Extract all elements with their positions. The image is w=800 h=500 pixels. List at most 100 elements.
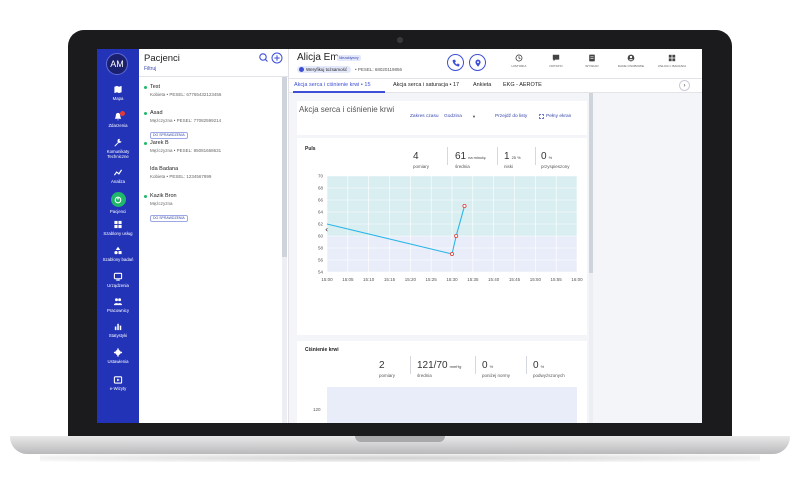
sidebar-item-label: Zdarzenia [108, 123, 128, 128]
bar-chart-icon [114, 323, 122, 331]
caret-down-icon[interactable]: ▼ [472, 114, 476, 119]
patient-name: Kazik Bron [150, 193, 177, 199]
stat-label: średnia [417, 373, 432, 378]
patient-list-item[interactable]: Kazik Bron Mężczyzna DO SPRAWDZENIA [144, 193, 279, 224]
y-tick-label: 70 [318, 174, 324, 179]
time-range-select[interactable]: Godzina [444, 114, 462, 119]
sidebar-item-label: Mapa [112, 96, 124, 101]
sidebar-item-patients[interactable]: Pacjenci [97, 192, 139, 214]
add-patient-icon[interactable] [271, 52, 283, 64]
stat-unit: % [540, 364, 545, 369]
y-tick-label: 64 [318, 210, 324, 215]
avatar[interactable]: AM [106, 53, 128, 75]
sidebar-item-evisits[interactable]: e-Wizyty [97, 375, 139, 391]
pulse-stat-fast: 0% przyspieszony [541, 146, 570, 169]
data-point [449, 252, 454, 257]
tabs-next-button[interactable]: › [679, 80, 690, 91]
patient-icon [114, 196, 122, 203]
filter-link[interactable]: Filtruj [144, 66, 156, 72]
people-icon [113, 298, 123, 306]
grid-icon [114, 220, 122, 229]
sidebar-item-analysis[interactable]: Analiza [97, 168, 139, 184]
tab-heart-rate-pressure[interactable]: Akcja serca i ciśnienie krwi • 15 [294, 82, 371, 88]
y-tick-label: 120 [313, 407, 321, 412]
patient-header: Alicja Em Niezaktywny Weryfikuj tożsamoś… [289, 49, 702, 79]
pressure-card: Ciśnienie krwi 2 pomiary 121/70 mmHg śred… [297, 341, 587, 423]
chart-prev-icon[interactable]: ‹ [325, 225, 328, 234]
sidebar-item-events[interactable]: Zdarzenia [97, 111, 139, 128]
interview-tool[interactable]: WYWIAD [575, 54, 609, 68]
sidebar-item-staff[interactable]: Pracownicy [97, 297, 139, 313]
tab-heart-rate-saturation[interactable]: Akcja serca i saturacja • 17 [393, 82, 459, 88]
x-tick-label: 15:00 [321, 277, 333, 282]
right-pane [593, 93, 702, 423]
verify-identity-button[interactable]: Weryfikuj tożsamość [297, 66, 352, 73]
tool-label: WYWIAD [585, 64, 599, 68]
sidebar-item-label: Ustawienia [107, 359, 129, 364]
gear-icon [113, 348, 123, 357]
x-tick-label: 15:55 [551, 277, 563, 282]
stat-value: 1 [504, 151, 510, 162]
to-check-tag: DO SPRAWDZENIA [150, 132, 188, 139]
online-dot [144, 111, 147, 115]
sidebar-item-label: e-Wizyty [109, 386, 127, 391]
x-tick-label: 15:05 [342, 277, 354, 282]
patient-name: Test [150, 84, 161, 90]
search-icon[interactable] [259, 53, 268, 62]
status-badge: Niezaktywny [337, 55, 361, 61]
notification-badge [120, 111, 125, 116]
location-button[interactable] [469, 54, 486, 71]
go-to-list-link[interactable]: Przejdź do listy [495, 114, 527, 119]
patient-pesel: • PESEL: 68020119856 [355, 67, 403, 72]
full-screen-link[interactable]: Pełny ekran [546, 114, 571, 119]
patients-scrollbar[interactable] [282, 77, 287, 423]
sidebar-item-statistics[interactable]: Statystyki [97, 322, 139, 338]
personal-data-tool[interactable]: DANE OSOBOWE [614, 54, 648, 68]
sidebar-item-technical[interactable]: Komunikaty Techniczne [97, 138, 139, 159]
patient-detail: Alicja Em Niezaktywny Weryfikuj tożsamoś… [289, 49, 702, 423]
notes-tool[interactable]: NOTATKI [539, 54, 573, 68]
stat-value: 4 [413, 151, 419, 162]
laptop-notch [355, 436, 445, 442]
call-button[interactable] [447, 54, 464, 71]
x-tick-label: 15:40 [488, 277, 500, 282]
stat-value: 0 [482, 360, 488, 371]
sidebar-item-settings[interactable]: Ustawienia [97, 348, 139, 364]
x-tick-label: 15:20 [405, 277, 417, 282]
patient-list-item[interactable]: Asad Mężczyzna • PESEL: 77082599214 DO S… [144, 110, 279, 141]
history-tool[interactable]: HISTORIA [502, 54, 536, 68]
sidebar-item-label: Urządzenia [107, 283, 129, 288]
services-tool[interactable]: USŁUGI I BADANIA [655, 54, 689, 68]
fullscreen-icon[interactable] [539, 114, 544, 119]
online-dot [144, 141, 147, 145]
tab-survey[interactable]: Ankieta [473, 82, 491, 88]
patient-list-item[interactable]: Jarek B Mężczyzna • PESEL: 85081668631 [144, 140, 279, 153]
y-tick-label: 56 [318, 258, 324, 263]
patient-list-item[interactable]: Ida Badana Kobieta • PESEL: 1234567899 [144, 166, 279, 179]
patient-meta: Kobieta • PESEL: 1234567899 [150, 174, 212, 179]
device-icon [113, 272, 123, 281]
pulse-card-title: Puls [305, 146, 316, 152]
history-icon [515, 54, 523, 62]
tab-ekg[interactable]: EKG - AEROTE [503, 82, 542, 88]
pulse-stat-count: 4 pomiary [413, 146, 429, 169]
analytics-icon [113, 169, 123, 176]
patient-list-item[interactable]: Test Kobieta • PESEL: 67765432123456 [144, 84, 279, 97]
sidebar-item-exam-templates[interactable]: Szablony badań [97, 246, 139, 262]
sidebar-item-map[interactable]: Mapa [97, 85, 139, 101]
sidebar-item-service-templates[interactable]: Szablony usług [97, 220, 139, 236]
stat-unit: na minutę [468, 155, 486, 160]
active-tab-indicator [293, 91, 385, 93]
stat-label: pomiary [379, 373, 396, 378]
sidebar-item-devices[interactable]: Urządzenia [97, 272, 139, 288]
sidebar-item-label: Pacjenci [109, 209, 127, 214]
data-point [462, 204, 467, 209]
tool-label: HISTORIA [511, 64, 527, 68]
scrollbar-thumb[interactable] [282, 77, 287, 257]
sidebar-item-label: Komunikaty Techniczne [106, 149, 130, 159]
pressure-stat-elevated: 0% podwyższonych [533, 355, 565, 378]
x-tick-label: 16:00 [571, 277, 583, 282]
to-check-tag: DO SPRAWDZENIA [150, 215, 188, 222]
tool-label: DANE OSOBOWE [617, 64, 645, 68]
section-title: Akcja serca i ciśnienie krwi [299, 105, 395, 114]
